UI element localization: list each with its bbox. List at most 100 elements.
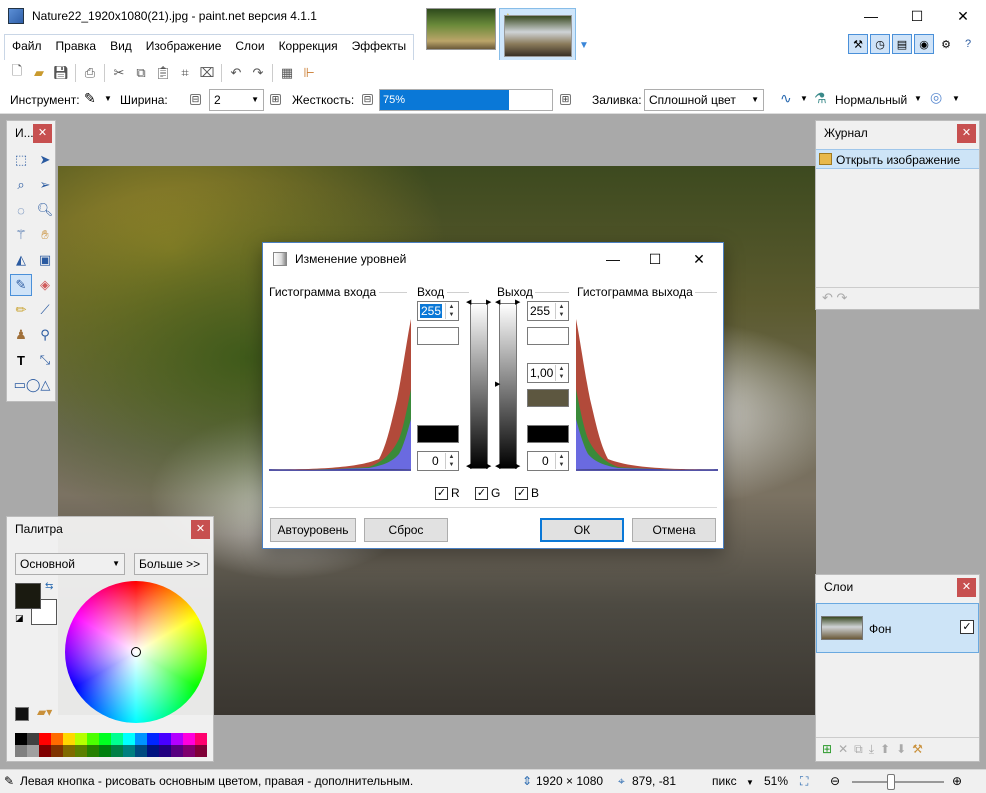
checkbox-g[interactable]: ✓ bbox=[475, 486, 488, 500]
palette-swatch[interactable] bbox=[183, 733, 195, 745]
zoom-tool-icon[interactable]: 🔍︎ bbox=[34, 199, 56, 221]
palette-swatch[interactable] bbox=[27, 733, 39, 745]
history-item[interactable]: Открыть изображение bbox=[816, 149, 979, 169]
width-decrease-button[interactable]: ⊟ bbox=[190, 94, 201, 105]
output-low-handle-icon[interactable]: ◀ bbox=[495, 462, 500, 470]
menu-edit[interactable]: Правка bbox=[49, 35, 104, 60]
layers-toggle-icon[interactable]: ▤ bbox=[892, 34, 912, 54]
palette-swatch[interactable] bbox=[159, 733, 171, 745]
palette-swatch[interactable] bbox=[51, 745, 63, 757]
grid-icon[interactable]: ▦ bbox=[276, 62, 298, 84]
zoom-out-icon[interactable]: ⊖ bbox=[830, 774, 840, 788]
minimize-button[interactable]: — bbox=[848, 0, 894, 32]
tools-panel-close-button[interactable]: ✕ bbox=[33, 124, 52, 143]
spinner-arrows-icon[interactable]: ▲ ▼ bbox=[445, 453, 457, 469]
spinner-arrows-icon[interactable]: ▲ ▼ bbox=[555, 453, 567, 469]
palette-swatch[interactable] bbox=[171, 745, 183, 757]
blend-mode-value[interactable]: Нормальный bbox=[835, 93, 907, 107]
output-high-handle-icon[interactable]: ◀ bbox=[495, 298, 500, 306]
move-layer-up-icon[interactable]: ⬆ bbox=[880, 742, 890, 757]
output-gradient-slider[interactable] bbox=[499, 303, 517, 469]
chevron-down-icon[interactable]: ▼ bbox=[914, 94, 922, 103]
palette-swatch[interactable] bbox=[123, 745, 135, 757]
reset-colors-icon[interactable]: ◪ bbox=[15, 613, 24, 624]
palette-menu-icon[interactable]: ▰▾ bbox=[37, 705, 52, 719]
palette-swatch[interactable] bbox=[75, 733, 87, 745]
primary-color-swatch[interactable] bbox=[15, 583, 41, 609]
palette-swatch[interactable] bbox=[39, 745, 51, 757]
palette-swatch[interactable] bbox=[183, 745, 195, 757]
selection-mode-icon[interactable]: ◎ bbox=[930, 89, 942, 106]
ellipse-select-tool-icon[interactable]: ◌ bbox=[10, 199, 32, 221]
layer-row[interactable]: Фон ✓ bbox=[816, 603, 979, 653]
hardness-decrease-button[interactable]: ⊟ bbox=[362, 94, 373, 105]
colors-toggle-icon[interactable]: ◉ bbox=[914, 34, 934, 54]
cut-icon[interactable]: ✂ bbox=[108, 62, 130, 84]
units-selector[interactable]: пикс bbox=[712, 774, 737, 788]
menu-adjustments[interactable]: Коррекция bbox=[272, 35, 345, 60]
output-low-handle-icon[interactable]: ▶ bbox=[515, 462, 520, 470]
auto-level-button[interactable]: Автоуровень bbox=[270, 518, 356, 542]
menu-effects[interactable]: Эффекты bbox=[345, 35, 414, 60]
chevron-down-icon[interactable]: ▼ bbox=[952, 94, 960, 103]
history-toggle-icon[interactable]: ◷ bbox=[870, 34, 890, 54]
antialias-icon[interactable]: ∿ bbox=[780, 90, 792, 107]
shapes-tool-icon[interactable]: ▭◯△ bbox=[10, 374, 54, 396]
palette-swatch[interactable] bbox=[147, 733, 159, 745]
rectangle-select-tool-icon[interactable]: ⬚ bbox=[10, 149, 32, 171]
palette-swatch[interactable] bbox=[135, 733, 147, 745]
palette-swatch[interactable] bbox=[87, 733, 99, 745]
channel-g-checkbox[interactable]: ✓ G bbox=[475, 486, 500, 500]
palette-panel-close-button[interactable]: ✕ bbox=[191, 520, 210, 539]
delete-layer-icon[interactable]: ✕ bbox=[838, 742, 848, 757]
channel-b-checkbox[interactable]: ✓ B bbox=[515, 486, 539, 500]
text-tool-icon[interactable]: T bbox=[10, 349, 32, 371]
checkbox-r[interactable]: ✓ bbox=[435, 486, 448, 500]
menu-layers[interactable]: Слои bbox=[228, 35, 271, 60]
zoom-value[interactable]: 51% bbox=[764, 774, 788, 788]
pencil-tool-icon[interactable]: ✏ bbox=[10, 299, 32, 321]
output-gamma-spinner[interactable]: 1,00 ▲ ▼ bbox=[527, 363, 569, 383]
width-combo[interactable]: 2 ▼ bbox=[209, 89, 264, 111]
palette-swatch[interactable] bbox=[135, 745, 147, 757]
image-list-dropdown-icon[interactable]: ▼ bbox=[579, 40, 589, 51]
move-selected-tool-icon[interactable]: ➤ bbox=[34, 149, 56, 171]
channel-r-checkbox[interactable]: ✓ R bbox=[435, 486, 460, 500]
lasso-select-tool-icon[interactable]: ⌕ bbox=[10, 174, 32, 196]
layers-panel-close-button[interactable]: ✕ bbox=[957, 578, 976, 597]
paint-bucket-tool-icon[interactable]: ◭ bbox=[10, 249, 32, 271]
chevron-down-icon[interactable]: ▼ bbox=[800, 94, 808, 103]
gradient-tool-icon[interactable]: ▣ bbox=[34, 249, 56, 271]
brush-tool-icon[interactable]: ✎ bbox=[84, 90, 96, 107]
palette-swatch[interactable] bbox=[15, 745, 27, 757]
palette-swatch[interactable] bbox=[27, 745, 39, 757]
new-file-icon[interactable]: 🗋 bbox=[6, 62, 28, 84]
palette-swatch[interactable] bbox=[111, 733, 123, 745]
eraser-tool-icon[interactable]: ◈ bbox=[34, 274, 56, 296]
dialog-minimize-button[interactable]: — bbox=[591, 243, 635, 275]
copy-icon[interactable]: ⧉ bbox=[130, 62, 152, 84]
duplicate-layer-icon[interactable]: ⧉ bbox=[854, 742, 863, 757]
menu-view[interactable]: Вид bbox=[103, 35, 139, 60]
add-layer-icon[interactable]: ⊞ bbox=[822, 742, 832, 757]
palette-swatch[interactable] bbox=[195, 745, 207, 757]
color-wheel-cursor[interactable] bbox=[131, 647, 141, 657]
palette-swatch[interactable] bbox=[15, 733, 27, 745]
deselect-icon[interactable]: ⌧ bbox=[196, 62, 218, 84]
palette-swatch[interactable] bbox=[51, 733, 63, 745]
zoom-slider[interactable] bbox=[852, 781, 944, 783]
paste-icon[interactable]: 📋︎ bbox=[152, 62, 174, 84]
zoom-slider-knob[interactable] bbox=[887, 774, 895, 790]
add-to-palette-icon[interactable] bbox=[15, 707, 29, 721]
redo-icon[interactable]: ↷ bbox=[247, 62, 269, 84]
magic-wand-tool-icon[interactable]: ⚚ bbox=[10, 224, 32, 246]
menu-image[interactable]: Изображение bbox=[139, 35, 229, 60]
input-low-handle-icon[interactable]: ▶ bbox=[486, 462, 491, 470]
output-high-handle-icon[interactable]: ▶ bbox=[515, 298, 520, 306]
zoom-in-icon[interactable]: ⊕ bbox=[952, 774, 962, 788]
save-icon[interactable]: 💾︎ bbox=[50, 62, 72, 84]
print-icon[interactable]: ⎙ bbox=[79, 62, 101, 84]
input-gradient-slider[interactable] bbox=[470, 303, 488, 469]
palette-swatch[interactable] bbox=[171, 733, 183, 745]
tools-toggle-icon[interactable]: ⚒ bbox=[848, 34, 868, 54]
